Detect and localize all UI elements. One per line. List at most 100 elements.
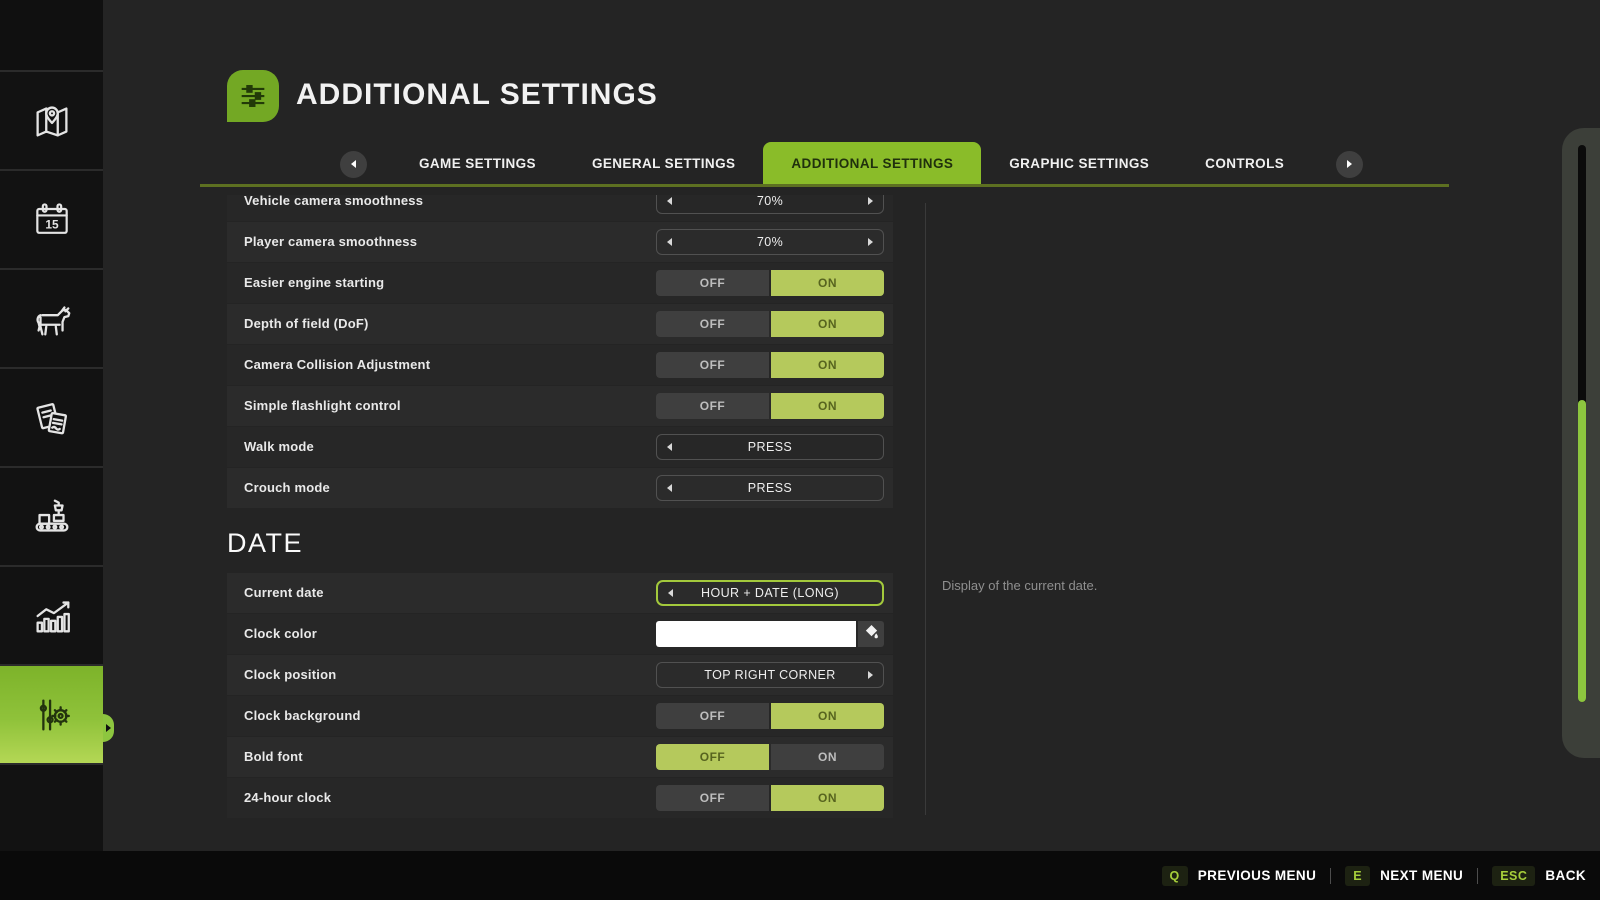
page-title: ADDITIONAL SETTINGS <box>296 78 658 112</box>
stepper-increase-button[interactable] <box>868 197 873 205</box>
setting-label: Vehicle camera smoothness <box>244 195 423 221</box>
setting-control: OFFON <box>656 785 884 811</box>
sidebar-item-empty <box>0 763 103 862</box>
setting-label: Clock color <box>244 614 317 654</box>
key-chip: ESC <box>1492 866 1535 886</box>
sidebar-item-production[interactable] <box>0 466 103 565</box>
setting-control <box>656 621 884 647</box>
stepper-control[interactable]: PRESS <box>656 434 884 460</box>
animals-icon <box>29 296 75 342</box>
toggle-on-button[interactable]: ON <box>771 311 884 337</box>
sidebar-item-map[interactable] <box>0 70 103 169</box>
stepper-value: HOUR + DATE (LONG) <box>701 586 839 600</box>
key-chip: E <box>1345 866 1370 886</box>
stepper-increase-button[interactable] <box>868 238 873 246</box>
toggle-off-button[interactable]: OFF <box>656 703 769 729</box>
setting-row: Bold fontOFFON <box>227 737 893 777</box>
stepper-value: 70% <box>757 235 783 249</box>
toggle-off-button[interactable]: OFF <box>656 744 769 770</box>
tab-bar: GAME SETTINGSGENERAL SETTINGSADDITIONAL … <box>340 142 1363 186</box>
scrollbar-track[interactable] <box>1578 145 1586 702</box>
tab-game-settings[interactable]: GAME SETTINGS <box>391 142 564 186</box>
setting-control: OFFON <box>656 311 884 337</box>
key-chip: Q <box>1162 866 1188 886</box>
clipped-setting-row: Vehicle camera smoothness 70% <box>227 195 893 221</box>
color-swatch[interactable] <box>656 621 856 647</box>
tabs-previous-arrow-icon[interactable] <box>340 151 367 178</box>
setting-row: Current date HOUR + DATE (LONG) <box>227 573 893 613</box>
tabs-next-arrow-icon[interactable] <box>1336 151 1363 178</box>
stepper-decrease-button[interactable] <box>667 484 672 492</box>
toggle-on-button[interactable]: ON <box>771 270 884 296</box>
setting-control: TOP RIGHT CORNER <box>656 662 884 688</box>
toggle-off-button[interactable]: OFF <box>656 311 769 337</box>
hint-divider <box>1477 868 1478 884</box>
notch-arrow-icon <box>106 724 111 732</box>
toggle-on-button[interactable]: ON <box>771 393 884 419</box>
setting-control: OFFON <box>656 270 884 296</box>
key-hint-previous-menu[interactable]: Q PREVIOUS MENU <box>1162 866 1317 886</box>
stepper-control[interactable]: HOUR + DATE (LONG) <box>656 580 884 606</box>
key-hint-next-menu[interactable]: ENEXT MENU <box>1345 866 1463 886</box>
stepper-increase-button[interactable] <box>868 671 873 679</box>
setting-control: OFFON <box>656 703 884 729</box>
key-hint-label: BACK <box>1545 868 1586 883</box>
setting-label: Crouch mode <box>244 468 330 508</box>
setting-label: 24-hour clock <box>244 778 331 818</box>
setting-label: Easier engine starting <box>244 263 384 303</box>
tab-additional-settings[interactable]: ADDITIONAL SETTINGS <box>763 142 981 186</box>
key-hint-back[interactable]: ESC BACK <box>1492 866 1586 886</box>
setting-label: Player camera smoothness <box>244 222 417 262</box>
key-hint-label: PREVIOUS MENU <box>1198 868 1316 883</box>
setting-control: PRESS <box>656 434 884 460</box>
setting-row: Clock positionTOP RIGHT CORNER <box>227 655 893 695</box>
sidebar: 15 <box>0 0 103 900</box>
tab-general-settings[interactable]: GENERAL SETTINGS <box>564 142 763 186</box>
sidebar-item-settings[interactable] <box>0 664 103 763</box>
setting-control: 70% <box>656 195 884 214</box>
setting-row: Vehicle camera smoothness 70% <box>227 195 893 221</box>
setting-control: OFFON <box>656 393 884 419</box>
setting-label: Current date <box>244 573 324 613</box>
stepper-control[interactable]: TOP RIGHT CORNER <box>656 662 884 688</box>
stepper-increase-icon <box>868 671 873 679</box>
stepper-decrease-button[interactable] <box>667 238 672 246</box>
calendar-icon: 15 <box>30 198 74 242</box>
toggle-on-button[interactable]: ON <box>771 785 884 811</box>
toggle-off-button[interactable]: OFF <box>656 785 769 811</box>
description-divider <box>925 203 926 815</box>
stepper-decrease-button[interactable] <box>667 197 672 205</box>
settings-sliders-icon <box>227 70 279 122</box>
setting-control: 70% <box>656 229 884 255</box>
setting-row: Easier engine starting OFFON <box>227 263 893 303</box>
scrollbar-thumb[interactable] <box>1578 400 1586 702</box>
stepper-control[interactable]: PRESS <box>656 475 884 501</box>
stepper-control[interactable]: 70% <box>656 229 884 255</box>
additional-settings-screen: 15 ADDITIONAL SETTINGS GAME SETTINGSGENE… <box>0 0 1600 900</box>
sidebar-item-calendar[interactable]: 15 <box>0 169 103 268</box>
stepper-increase-icon <box>868 197 873 205</box>
color-picker-button[interactable] <box>858 621 884 647</box>
toggle-off-button[interactable]: OFF <box>656 270 769 296</box>
toggle-off-button[interactable]: OFF <box>656 352 769 378</box>
production-icon <box>29 494 75 540</box>
setting-label: Camera Collision Adjustment <box>244 345 430 385</box>
sidebar-item-animals[interactable] <box>0 268 103 367</box>
section-heading: DATE <box>227 509 893 573</box>
setting-row: Crouch mode PRESS <box>227 468 893 508</box>
sidebar-item-contracts[interactable] <box>0 367 103 466</box>
toggle-off-button[interactable]: OFF <box>656 393 769 419</box>
toggle-on-button[interactable]: ON <box>771 744 884 770</box>
stepper-value: PRESS <box>748 481 792 495</box>
tab-controls[interactable]: CONTROLS <box>1177 142 1312 186</box>
stepper-value: PRESS <box>748 440 792 454</box>
settings-list: Vehicle camera smoothness 70% Player camer… <box>227 195 893 819</box>
setting-control: OFFON <box>656 744 884 770</box>
toggle-on-button[interactable]: ON <box>771 703 884 729</box>
tab-graphic-settings[interactable]: GRAPHIC SETTINGS <box>981 142 1177 186</box>
stepper-control[interactable]: 70% <box>656 195 884 214</box>
stepper-decrease-button[interactable] <box>667 443 672 451</box>
sidebar-item-statistics[interactable] <box>0 565 103 664</box>
stepper-decrease-button[interactable] <box>668 589 673 597</box>
toggle-on-button[interactable]: ON <box>771 352 884 378</box>
